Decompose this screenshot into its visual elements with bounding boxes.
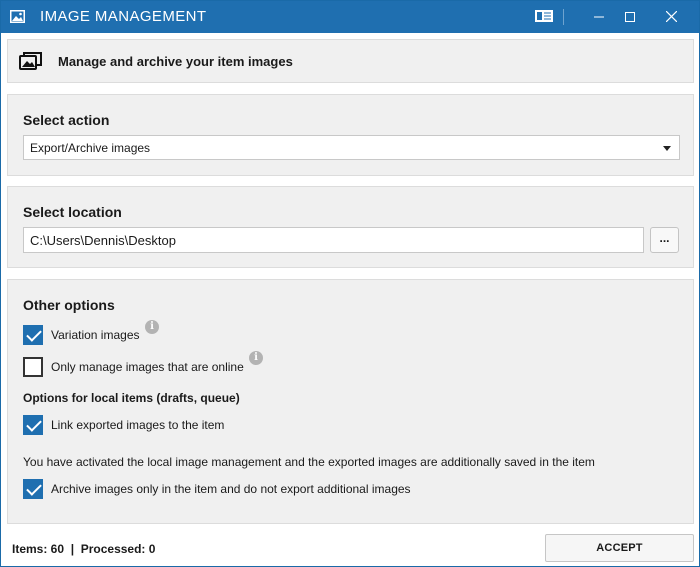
accept-button[interactable]: ACCEPT (545, 534, 694, 562)
link-exported-label: Link exported images to the item (51, 418, 225, 432)
archive-only-label: Archive images only in the item and do n… (51, 482, 411, 496)
other-options-panel: Other options Variation images i Only ma… (7, 279, 694, 524)
image-icon (10, 10, 25, 23)
only-online-checkbox[interactable] (23, 357, 43, 377)
window-title: IMAGE MANAGEMENT (40, 8, 207, 25)
info-icon[interactable]: i (249, 351, 263, 365)
action-dropdown-value: Export/Archive images (30, 141, 151, 155)
close-button[interactable] (651, 1, 691, 33)
maximize-icon (625, 10, 635, 25)
location-path-input[interactable] (23, 227, 644, 253)
sidebar-toggle-button[interactable] (521, 1, 567, 33)
select-location-title: Select location (23, 204, 122, 220)
select-location-panel: Select location ... (7, 186, 694, 268)
title-bar-separator (563, 9, 564, 25)
variation-images-option[interactable]: Variation images (23, 325, 140, 345)
archive-only-checkbox[interactable] (23, 479, 43, 499)
maximize-button[interactable] (615, 1, 645, 33)
image-stack-icon (19, 51, 43, 71)
chevron-down-icon (663, 146, 671, 151)
link-exported-option[interactable]: Link exported images to the item (23, 415, 224, 435)
only-online-option[interactable]: Only manage images that are online (23, 357, 244, 377)
local-items-heading: Options for local items (drafts, queue) (23, 391, 240, 405)
status-text: Items: 60 | Processed: 0 (12, 542, 156, 556)
archive-only-option[interactable]: Archive images only in the item and do n… (23, 479, 411, 499)
close-icon (665, 10, 677, 25)
link-exported-checkbox[interactable] (23, 415, 43, 435)
variation-images-label: Variation images (51, 328, 140, 342)
other-options-title: Other options (23, 297, 115, 313)
header-text: Manage and archive your item images (58, 54, 293, 69)
minimize-icon (594, 10, 604, 25)
info-icon[interactable]: i (145, 320, 159, 334)
title-bar: IMAGE MANAGEMENT (1, 1, 699, 33)
select-action-title: Select action (23, 112, 110, 128)
sidebar-toggle-icon (535, 9, 553, 25)
action-dropdown[interactable]: Export/Archive images (23, 135, 680, 160)
browse-button[interactable]: ... (650, 227, 679, 253)
only-online-label: Only manage images that are online (51, 360, 244, 374)
minimize-button[interactable] (584, 1, 614, 33)
header-panel: Manage and archive your item images (7, 39, 694, 83)
local-management-note: You have activated the local image manag… (23, 455, 595, 469)
select-action-panel: Select action Export/Archive images (7, 94, 694, 176)
image-management-window: IMAGE MANAGEMENT Manage and archive your… (0, 0, 700, 567)
variation-images-checkbox[interactable] (23, 325, 43, 345)
